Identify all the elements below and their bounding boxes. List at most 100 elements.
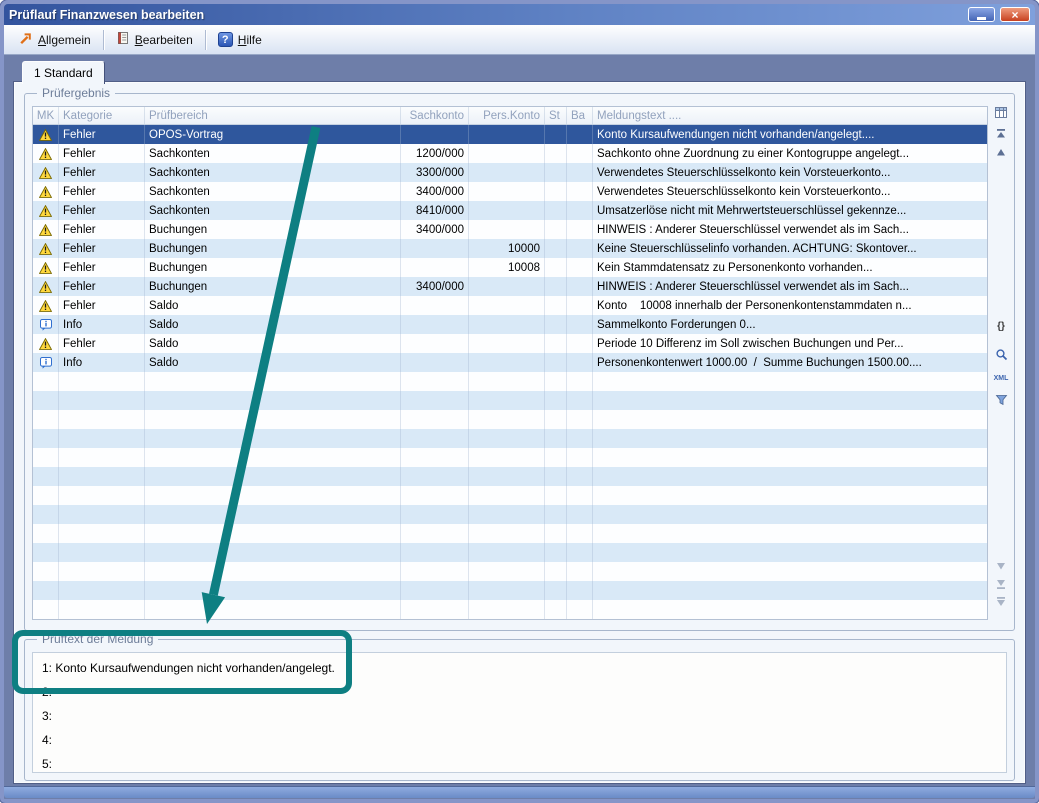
column-header-st[interactable]: St	[545, 107, 567, 124]
cell-perskonto	[469, 182, 545, 201]
scroll-top-button[interactable]	[993, 126, 1009, 142]
cell-st	[545, 524, 567, 543]
cell-sachkonto: 1200/000	[401, 144, 469, 163]
xml-export-button[interactable]: XML	[993, 370, 1009, 386]
cell-kategorie: Fehler	[59, 277, 145, 296]
hilfe-button[interactable]: ? Hilfe	[210, 28, 270, 51]
cell-kategorie	[59, 581, 145, 600]
cell-meldung	[593, 581, 987, 600]
cell-perskonto	[469, 581, 545, 600]
column-header-mk[interactable]: MK	[33, 107, 59, 124]
table-row[interactable]: FehlerSaldoPeriode 10 Differenz im Soll …	[33, 334, 987, 353]
table-row[interactable]: FehlerBuchungen3400/000HINWEIS : Anderer…	[33, 220, 987, 239]
scroll-end-button[interactable]	[993, 594, 1009, 610]
column-header-pruefbereich[interactable]: Prüfbereich	[145, 107, 401, 124]
cell-perskonto	[469, 448, 545, 467]
braces-icon: {}	[997, 321, 1005, 332]
cell-sachkonto	[401, 334, 469, 353]
cell-pruefbereich	[145, 486, 401, 505]
table-row[interactable]: FehlerOPOS-VortragKonto Kursaufwendungen…	[33, 125, 987, 144]
cell-meldung: Periode 10 Differenz im Soll zwischen Bu…	[593, 334, 987, 353]
cell-perskonto	[469, 163, 545, 182]
cell-kategorie: Fehler	[59, 144, 145, 163]
table-row[interactable]: FehlerSaldoKonto 10008 innerhalb der Per…	[33, 296, 987, 315]
cell-sachkonto	[401, 467, 469, 486]
warning-icon	[33, 296, 59, 315]
column-header-meldungstext[interactable]: Meldungstext ....	[593, 107, 987, 124]
minimize-button[interactable]	[968, 7, 995, 22]
cell-st	[545, 334, 567, 353]
scroll-up-icon	[995, 146, 1007, 158]
cell-ba	[567, 543, 593, 562]
cell-meldung: Personenkontenwert 1000.00 / Summe Buchu…	[593, 353, 987, 372]
table-row[interactable]: FehlerSachkonten8410/000Umsatzerlöse nic…	[33, 201, 987, 220]
cell-meldung	[593, 429, 987, 448]
cell-sachkonto	[401, 296, 469, 315]
tab-standard[interactable]: 1 Standard	[22, 61, 105, 84]
cell-pruefbereich: Saldo	[145, 334, 401, 353]
scroll-up-button[interactable]	[993, 144, 1009, 160]
column-header-kategorie[interactable]: Kategorie	[59, 107, 145, 124]
filter-button[interactable]	[993, 392, 1009, 408]
cell-ba	[567, 562, 593, 581]
cell-ba	[567, 239, 593, 258]
cell-kategorie	[59, 410, 145, 429]
table-row[interactable]: FehlerSachkonten3300/000Verwendetes Steu…	[33, 163, 987, 182]
app-window: Prüflauf Finanzwesen bearbeiten × Allgem…	[0, 0, 1039, 803]
cell-meldung: Sachkonto ohne Zuordnung zu einer Kontog…	[593, 144, 987, 163]
xml-icon: XML	[994, 375, 1009, 382]
cell-ba	[567, 600, 593, 619]
cell-ba	[567, 125, 593, 144]
braces-button[interactable]: {}	[993, 318, 1009, 334]
empty-row	[33, 562, 987, 581]
cell-sachkonto	[401, 524, 469, 543]
table-row[interactable]: InfoSaldoSammelkonto Forderungen 0...	[33, 315, 987, 334]
cell-kategorie	[59, 562, 145, 581]
table-row[interactable]: FehlerSachkonten1200/000Sachkonto ohne Z…	[33, 144, 987, 163]
cell-perskonto	[469, 125, 545, 144]
cell-kategorie: Info	[59, 315, 145, 334]
column-header-ba[interactable]: Ba	[567, 107, 593, 124]
cell-st	[545, 258, 567, 277]
scroll-down-icon	[995, 560, 1007, 572]
empty-row	[33, 448, 987, 467]
cell-mk	[33, 391, 59, 410]
close-button[interactable]: ×	[1000, 7, 1030, 22]
cell-ba	[567, 410, 593, 429]
cell-kategorie: Fehler	[59, 125, 145, 144]
column-header-sachkonto[interactable]: Sachkonto	[401, 107, 469, 124]
empty-row	[33, 391, 987, 410]
table-row[interactable]: FehlerSachkonten3400/000Verwendetes Steu…	[33, 182, 987, 201]
table-row[interactable]: FehlerBuchungen3400/000HINWEIS : Anderer…	[33, 277, 987, 296]
toolbar-separator	[205, 30, 206, 50]
scroll-down-button[interactable]	[993, 558, 1009, 574]
cell-pruefbereich	[145, 505, 401, 524]
table-row[interactable]: FehlerBuchungen10000Keine Steuerschlüsse…	[33, 239, 987, 258]
filter-icon	[995, 394, 1008, 406]
hilfe-label: Hilfe	[238, 33, 262, 47]
table-row[interactable]: InfoSaldoPersonenkontenwert 1000.00 / Su…	[33, 353, 987, 372]
cell-ba	[567, 220, 593, 239]
bearbeiten-label: Bearbeiten	[135, 33, 193, 47]
cell-perskonto	[469, 353, 545, 372]
allgemein-button[interactable]: Allgemein	[10, 27, 99, 52]
cell-kategorie: Fehler	[59, 182, 145, 201]
cell-pruefbereich: Saldo	[145, 315, 401, 334]
column-chooser-button[interactable]	[993, 104, 1009, 120]
bearbeiten-button[interactable]: Bearbeiten	[108, 27, 201, 52]
cell-sachkonto: 3400/000	[401, 182, 469, 201]
column-chooser-icon	[994, 106, 1008, 119]
help-icon: ?	[218, 32, 233, 47]
cell-st	[545, 315, 567, 334]
scroll-bottom-button[interactable]	[993, 576, 1009, 592]
minimize-icon	[977, 17, 986, 20]
cell-pruefbereich	[145, 372, 401, 391]
cell-sachkonto: 3400/000	[401, 277, 469, 296]
table-row[interactable]: FehlerBuchungen10008Kein Stammdatensatz …	[33, 258, 987, 277]
cell-meldung	[593, 524, 987, 543]
search-button[interactable]	[993, 346, 1009, 362]
cell-sachkonto	[401, 505, 469, 524]
column-header-perskonto[interactable]: Pers.Konto	[469, 107, 545, 124]
empty-row	[33, 467, 987, 486]
cell-perskonto	[469, 315, 545, 334]
